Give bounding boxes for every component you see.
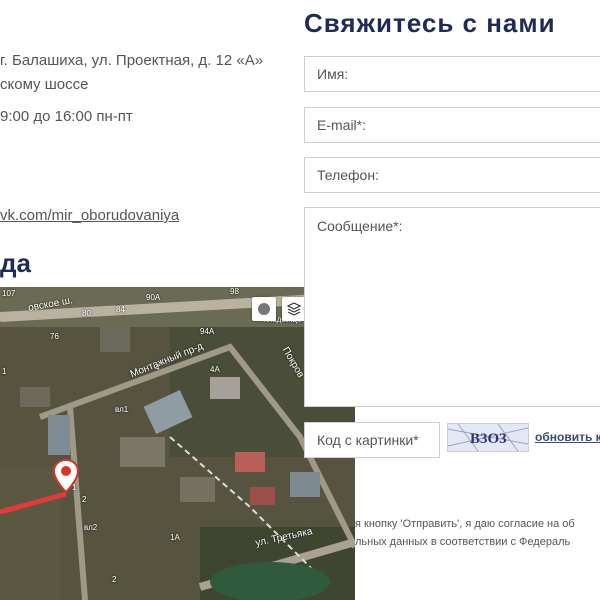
map-number-label: 90А [146, 293, 161, 302]
map-number-label: 1А [170, 533, 180, 542]
map-number-label: 94А [200, 327, 215, 336]
address-line-2: скому шоссе [0, 76, 89, 93]
map-number-label: 2 [112, 575, 117, 584]
map-number-label: 4А [210, 365, 220, 374]
captcha-input[interactable]: Код с картинки* [304, 422, 440, 458]
map-number-label: 80 [82, 309, 91, 318]
captcha-text: B3O3 [470, 431, 507, 447]
map-number-label: 84 [116, 305, 125, 314]
captcha-image: B3O3 [447, 423, 529, 452]
phone-placeholder: Телефон: [317, 167, 379, 183]
map-number-label: 1 [72, 483, 77, 492]
consent-text-line-2: льных данных в соответствии с Федераль [355, 536, 571, 548]
map-number-label: 107 [2, 289, 16, 298]
email-placeholder: E-mail*: [317, 117, 367, 133]
map-number-label: вл2 [84, 523, 98, 532]
captcha-placeholder: Код с картинки* [317, 432, 419, 448]
map-number-label: вл1 [115, 405, 129, 414]
layers-icon[interactable] [282, 297, 306, 321]
refresh-captcha-link[interactable]: обновить к [535, 430, 600, 444]
address-line-1: г. Балашиха, ул. Проектная, д. 12 «А» [0, 52, 264, 69]
map-number-label: 98 [230, 287, 239, 296]
map-number-label: 4 [155, 363, 160, 372]
message-placeholder: Сообщение*: [317, 218, 403, 234]
map-number-label: 76 [50, 332, 59, 341]
name-placeholder: Имя: [317, 66, 349, 82]
map-number-label: 2 [82, 495, 87, 504]
vk-link[interactable]: vk.com/mir_oborudovaniya [0, 207, 179, 224]
section-heading: да [0, 248, 31, 278]
contact-heading: Свяжитесь с нами [304, 8, 556, 38]
message-field[interactable]: Сообщение*: [304, 207, 600, 407]
map-number-label: 1 [2, 367, 7, 376]
email-field[interactable]: E-mail*: [304, 107, 600, 143]
captcha-noise: B3O3 [448, 424, 528, 451]
phone-field[interactable]: Телефон: [304, 157, 600, 193]
satellite-map[interactable]: овское ш. Монтажный пр-д ул. Третьяка По… [0, 287, 355, 600]
satellite-toggle-icon[interactable] [252, 297, 276, 321]
consent-text-line-1: я кнопку 'Отправить', я даю согласие на … [355, 518, 575, 530]
working-hours: 9:00 до 16:00 пн-пт [0, 108, 133, 125]
name-field[interactable]: Имя: [304, 56, 600, 92]
